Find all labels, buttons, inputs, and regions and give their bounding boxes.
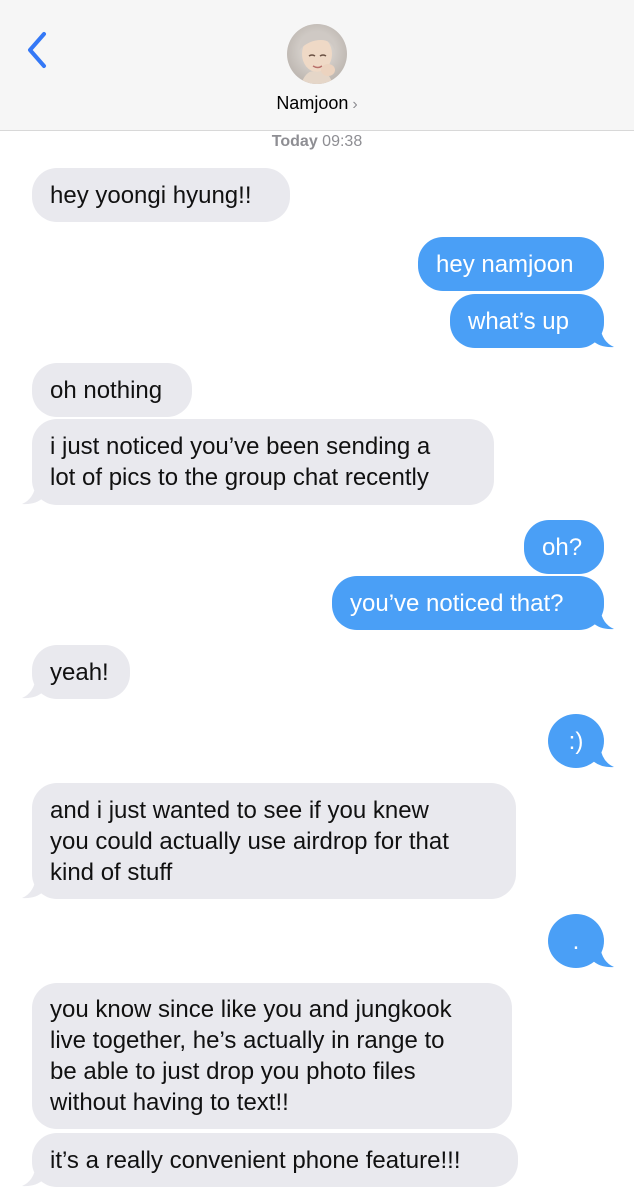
incoming-message[interactable]: hey yoongi hyung!!: [32, 168, 290, 222]
outgoing-message[interactable]: oh?: [524, 520, 604, 574]
message-text-line: yeah!: [50, 659, 109, 686]
message-text-line: :): [568, 728, 584, 755]
chevron-right-icon: ›: [352, 96, 358, 113]
timestamp-day: Today: [271, 133, 318, 150]
outgoing-message[interactable]: you’ve noticed that?: [332, 576, 604, 630]
timestamp-time: 09:38: [322, 133, 363, 150]
message-text-line: what’s up: [468, 308, 569, 335]
message-text-line: kind of stuff: [50, 859, 173, 886]
message-text-line: you could actually use airdrop for that: [50, 828, 449, 855]
message-text-line: you know since like you and jungkook: [50, 996, 452, 1023]
conversation-header: Namjoon ›: [0, 0, 634, 131]
message-text-line: it’s a really convenient phone feature!!…: [50, 1147, 461, 1174]
message-text-line: hey namjoon: [436, 251, 574, 278]
message-text-line: hey yoongi hyung!!: [50, 182, 252, 209]
message-text-line: oh nothing: [50, 377, 163, 404]
outgoing-message[interactable]: hey namjoon: [418, 237, 604, 291]
message-text-line: be able to just drop you photo files: [50, 1058, 416, 1085]
contact-name-button[interactable]: Namjoon ›: [0, 93, 634, 114]
avatar-photo: [287, 24, 347, 84]
incoming-message[interactable]: i just noticed you’ve been sending a lot …: [32, 419, 494, 505]
message-text-line: without having to text!!: [50, 1089, 289, 1116]
message-text-line: lot of pics to the group chat recently: [50, 464, 429, 491]
incoming-message[interactable]: yeah!: [32, 645, 130, 699]
incoming-message[interactable]: you know since like you and jungkook live…: [32, 983, 512, 1129]
message-text-line: you’ve noticed that?: [350, 590, 564, 617]
message-text-line: .: [572, 928, 580, 955]
back-button[interactable]: [18, 28, 58, 72]
outgoing-message[interactable]: .: [548, 914, 604, 968]
chevron-left-icon: [28, 32, 46, 68]
message-text-line: live together, he’s actually in range to: [50, 1027, 445, 1054]
message-text-line: and i just wanted to see if you knew: [50, 797, 429, 824]
outgoing-message[interactable]: :): [548, 714, 604, 768]
message-text-line: i just noticed you’ve been sending a: [50, 433, 431, 460]
incoming-message[interactable]: it’s a really convenient phone feature!!…: [32, 1133, 518, 1187]
contact-avatar[interactable]: [287, 24, 347, 84]
outgoing-message[interactable]: what’s up: [450, 294, 604, 348]
incoming-message[interactable]: oh nothing: [32, 363, 192, 417]
contact-name: Namjoon: [276, 93, 349, 113]
incoming-message[interactable]: and i just wanted to see if you knew you …: [32, 783, 516, 899]
message-text-line: oh?: [542, 534, 583, 561]
thread-timestamp: Today 09:38: [0, 133, 634, 151]
